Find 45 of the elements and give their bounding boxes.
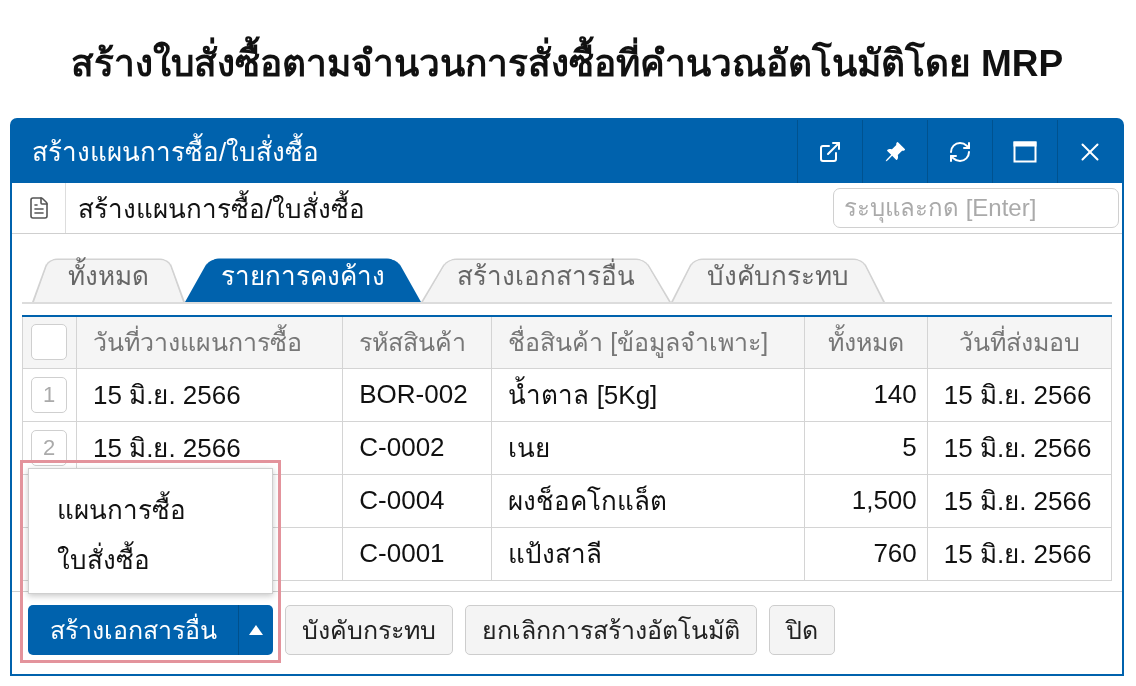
tab[interactable]: สร้างเอกสารอื่น: [421, 245, 671, 302]
table-cell: 760: [804, 527, 928, 580]
table-cell: C-0002: [342, 421, 492, 474]
table-cell: น้ำตาล [5Kg]: [491, 368, 805, 421]
tab[interactable]: บังคับกระทบ: [671, 245, 885, 302]
footer-button[interactable]: ยกเลิกการสร้างอัตโนมัติ: [465, 604, 757, 655]
table-cell: 15 มิ.ย. 2566: [927, 474, 1112, 527]
row-number: 1: [31, 376, 67, 413]
tab[interactable]: ทั้งหมด: [32, 245, 185, 302]
window-title: สร้างแผนการซื้อ/ใบสั่งซื้อ: [32, 131, 320, 172]
table-cell: 1,500: [804, 474, 928, 527]
table-cell: C-0004: [342, 474, 492, 527]
row-number: 2: [31, 429, 67, 466]
external-link-icon: [818, 139, 842, 164]
maximize-icon: [1013, 139, 1037, 164]
column-header: รหัสสินค้า: [342, 316, 492, 368]
tab[interactable]: รายการคงค้าง: [185, 245, 421, 302]
column-header: ชื่อสินค้า [ข้อมูลจำเพาะ]: [491, 316, 805, 368]
page-heading: สร้างใบสั่งซื้อตามจำนวนการสั่งซื้อที่คำนวณอัตโนมัติโดย MRP: [70, 32, 1064, 92]
column-header: ทั้งหมด: [804, 316, 928, 368]
table-cell: แป้งสาลี: [491, 527, 805, 580]
table-cell: 15 มิ.ย. 2566: [927, 368, 1112, 421]
table-cell: ผงช็อคโกแล็ต: [491, 474, 805, 527]
table-cell: 15 มิ.ย. 2566: [76, 368, 343, 421]
refresh-icon: [948, 139, 972, 164]
footer-button[interactable]: บังคับกระทบ: [285, 604, 453, 655]
menu-item[interactable]: ใบสั่งซื้อ: [29, 534, 178, 585]
create-document-button[interactable]: สร้างเอกสารอื่น: [28, 604, 238, 655]
table-cell: 140: [804, 368, 928, 421]
column-header: วันที่ส่งมอบ: [927, 316, 1112, 368]
dropdown-toggle-button[interactable]: [238, 604, 273, 655]
column-header: วันที่วางแผนการซื้อ: [76, 316, 343, 368]
table-cell: BOR-002: [342, 368, 492, 421]
table-cell: 15 มิ.ย. 2566: [927, 421, 1112, 474]
menu-item[interactable]: แผนการซื้อ: [29, 484, 214, 535]
table-cell: เนย: [491, 421, 805, 474]
search-field[interactable]: ระบุและกด [Enter]: [833, 188, 1119, 228]
footer-button[interactable]: ปิด: [769, 604, 835, 655]
table-cell: 5: [804, 421, 928, 474]
pin-icon: [884, 140, 906, 163]
select-all-checkbox[interactable]: [31, 324, 67, 361]
table-cell: C-0001: [342, 527, 492, 580]
caret-icon: [249, 624, 263, 635]
table-cell: 15 มิ.ย. 2566: [927, 527, 1112, 580]
form-title: สร้างแผนการซื้อ/ใบสั่งซื้อ: [78, 187, 366, 229]
